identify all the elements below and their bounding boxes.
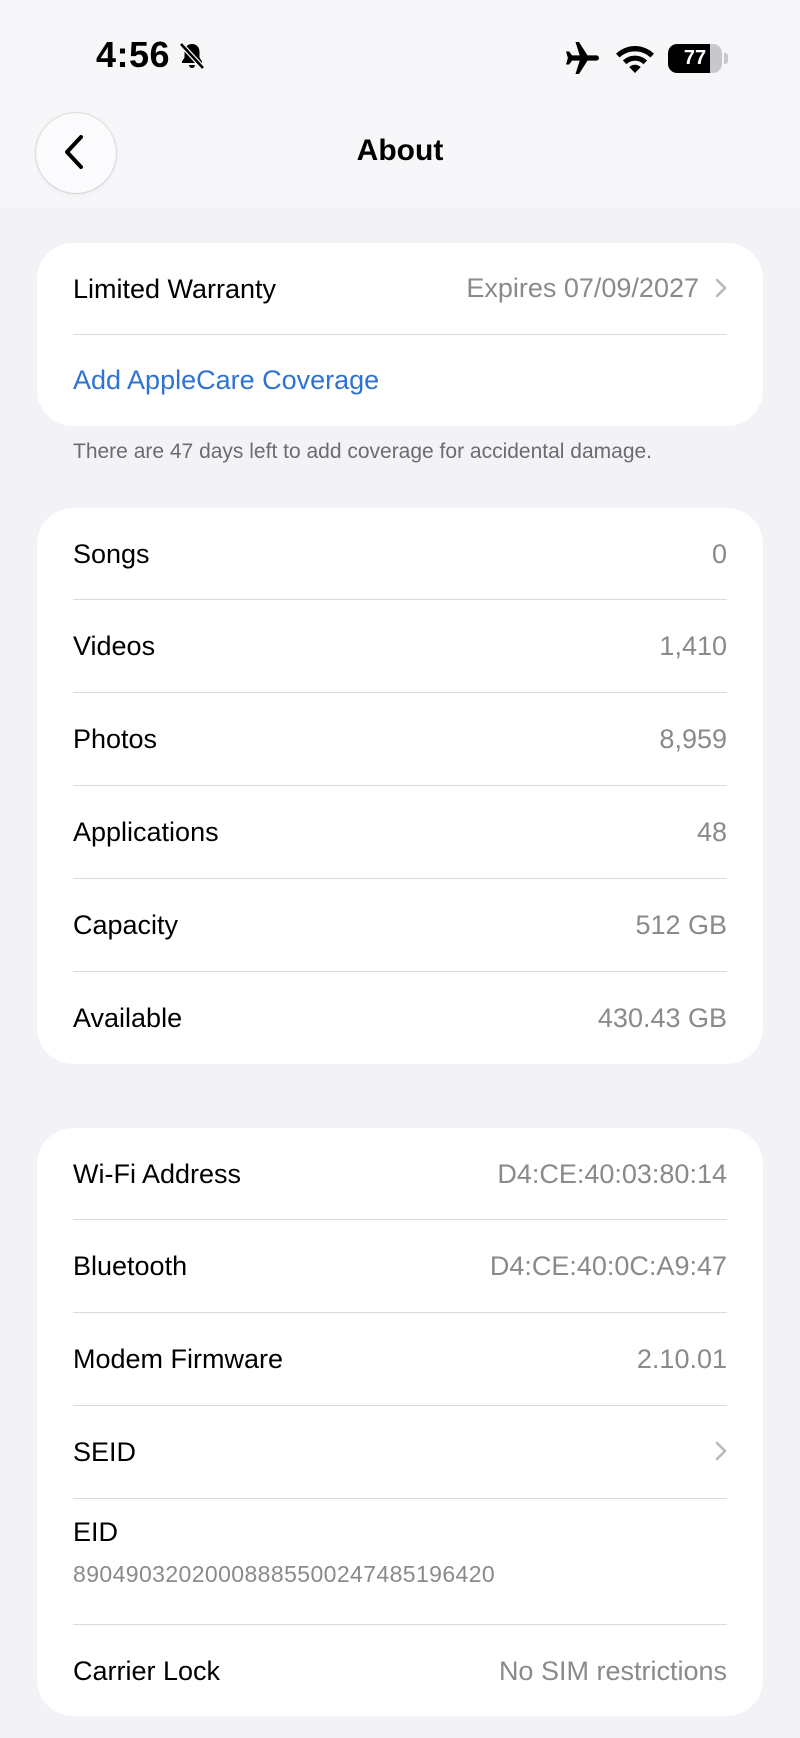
row-label: Limited Warranty xyxy=(73,273,277,304)
available-row: Available 430.43 GB xyxy=(73,972,727,1064)
page-title: About xyxy=(356,134,444,167)
row-label: Available xyxy=(73,1002,183,1033)
warranty-card: Limited Warranty Expires 07/09/2027 Add … xyxy=(37,243,763,426)
limited-warranty-row[interactable]: Limited Warranty Expires 07/09/2027 xyxy=(73,243,727,335)
row-value: 512 GB xyxy=(635,909,727,940)
chevron-right-icon xyxy=(715,274,727,305)
chevron-right-icon xyxy=(715,1437,727,1468)
row-value: 48 xyxy=(696,816,727,847)
songs-row: Songs 0 xyxy=(73,508,727,600)
wifi-address-row: Wi-Fi Address D4:CE:40:03:80:14 xyxy=(73,1128,727,1220)
eid-row[interactable]: EID 89049032020008885500247485196420 xyxy=(37,1499,763,1624)
carrier-lock-row: Carrier Lock No SIM restrictions xyxy=(73,1625,727,1717)
navigation-header: 4:56 77 About xyxy=(0,0,800,208)
row-label: Applications xyxy=(73,816,219,847)
silent-bell-icon xyxy=(177,41,207,71)
row-label: Modem Firmware xyxy=(73,1343,284,1374)
row-label: Wi-Fi Address xyxy=(73,1158,242,1189)
row-value: D4:CE:40:03:80:14 xyxy=(497,1158,727,1189)
bluetooth-row: Bluetooth D4:CE:40:0C:A9:47 xyxy=(73,1220,727,1312)
row-value: 2.10.01 xyxy=(636,1343,727,1374)
row-label: EID xyxy=(73,1517,119,1547)
modem-firmware-row: Modem Firmware 2.10.01 xyxy=(73,1313,727,1405)
row-label: Songs xyxy=(73,538,150,569)
row-label: Videos xyxy=(73,630,156,661)
row-label: Bluetooth xyxy=(73,1250,188,1281)
airplane-mode-icon xyxy=(564,40,602,76)
row-value: No SIM restrictions xyxy=(498,1655,727,1686)
row-value: D4:CE:40:0C:A9:47 xyxy=(489,1250,727,1281)
wifi-icon xyxy=(614,42,656,74)
row-value: 8,959 xyxy=(659,723,727,754)
media-info-card: Songs 0 Videos 1,410 Photos 8,959 Applic… xyxy=(37,508,763,1064)
warranty-expiry: Expires 07/09/2027 xyxy=(466,272,699,303)
battery-percent: 77 xyxy=(683,47,707,69)
status-time: 4:56 xyxy=(96,34,171,75)
row-label: SEID xyxy=(73,1436,137,1467)
row-label: Carrier Lock xyxy=(73,1655,221,1686)
coverage-footnote: There are 47 days left to add coverage f… xyxy=(73,440,653,463)
applications-row: Applications 48 xyxy=(73,786,727,878)
row-value: 0 xyxy=(711,538,727,569)
photos-row: Photos 8,959 xyxy=(73,693,727,785)
device-info-card: Wi-Fi Address D4:CE:40:03:80:14 Bluetoot… xyxy=(37,1128,763,1716)
capacity-row: Capacity 512 GB xyxy=(73,879,727,971)
add-applecare-row[interactable]: Add AppleCare Coverage xyxy=(73,334,727,426)
row-label: Capacity xyxy=(73,909,179,940)
row-value: 1,410 xyxy=(659,630,727,661)
add-applecare-link[interactable]: Add AppleCare Coverage xyxy=(73,365,379,396)
row-label: Photos xyxy=(73,723,158,754)
seid-row[interactable]: SEID xyxy=(73,1406,727,1498)
videos-row: Videos 1,410 xyxy=(73,600,727,692)
status-bar: 4:56 77 xyxy=(0,0,800,110)
row-value: 430.43 GB xyxy=(597,1002,727,1033)
battery-icon: 77 xyxy=(668,44,728,73)
eid-value: 89049032020008885500247485196420 xyxy=(73,1561,496,1587)
